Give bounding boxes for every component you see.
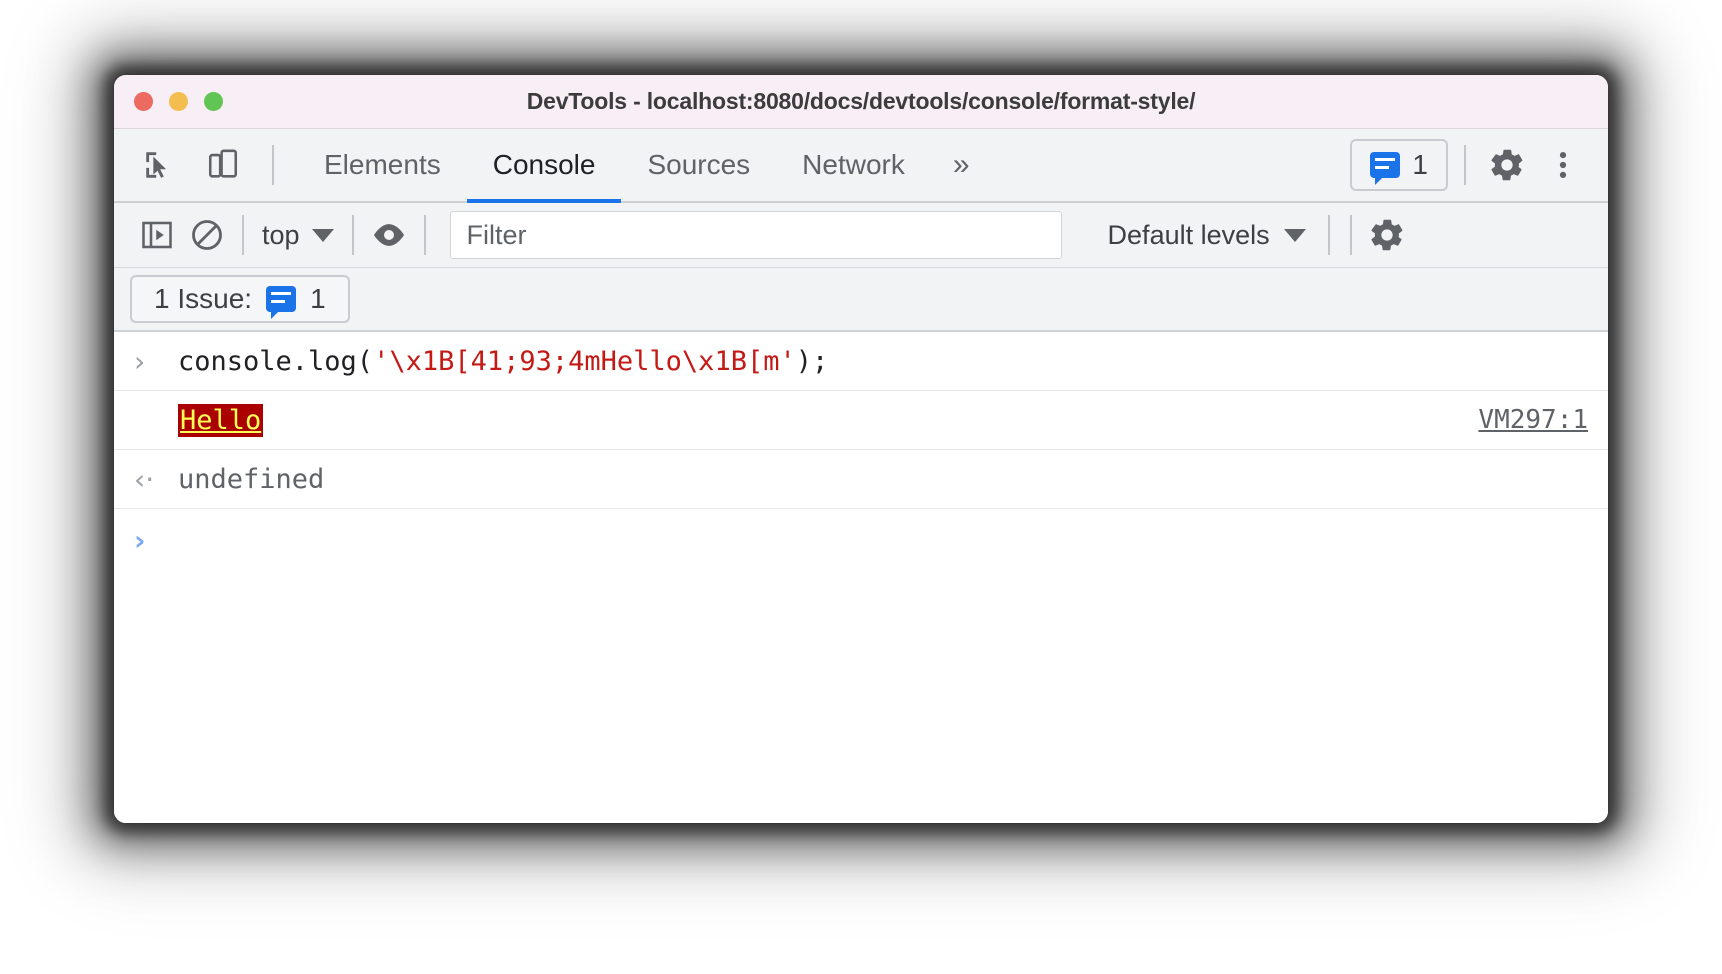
chevron-down-icon <box>1283 228 1306 242</box>
tabbar-divider <box>272 145 274 185</box>
execution-context-label: top <box>262 219 300 250</box>
toolbar-divider-2 <box>351 215 354 255</box>
toolbar-divider-1 <box>242 215 244 255</box>
issues-chip-count: 1 <box>310 283 326 314</box>
issue-bubble-icon <box>1370 152 1401 185</box>
issue-bubble-icon <box>266 286 297 319</box>
more-tabs-icon[interactable]: » <box>931 148 988 182</box>
console-empty-area <box>114 571 1608 823</box>
console-prompt-row[interactable]: › <box>114 509 1608 571</box>
console-output-row: Hello VM297:1 <box>114 391 1608 450</box>
console-input-code-string: '\x1B[41;93;4mHello\x1B[m' <box>373 345 796 377</box>
prompt-marker-icon: › <box>134 523 146 557</box>
issues-chip-label: 1 Issue: <box>154 283 253 314</box>
tab-network[interactable]: Network <box>776 129 931 201</box>
input-marker-icon: › <box>134 344 146 378</box>
inspect-cursor-icon[interactable] <box>134 140 184 190</box>
console-result-row: ‹· undefined <box>114 450 1608 509</box>
maximize-window-button[interactable] <box>204 92 223 111</box>
console-ansi-output: Hello <box>178 403 264 437</box>
panel-tabs: Elements Console Sources Network » <box>298 129 988 203</box>
console-source-link[interactable]: VM297:1 <box>1478 405 1588 435</box>
tabbar-right-divider <box>1464 145 1466 185</box>
tabbar-left-tools <box>114 140 284 190</box>
execution-context-selector[interactable]: top <box>254 220 342 251</box>
result-marker-icon: ‹· <box>134 462 155 496</box>
filter-input[interactable]: Filter <box>449 211 1062 259</box>
console-input-row[interactable]: › console.log('\x1B[41;93;4mHello\x1B[m'… <box>114 332 1608 391</box>
close-window-button[interactable] <box>134 92 153 111</box>
toolbar-divider-3 <box>423 215 426 255</box>
tab-elements[interactable]: Elements <box>298 129 467 201</box>
gear-icon[interactable] <box>1482 140 1532 190</box>
window-titlebar: DevTools - localhost:8080/docs/devtools/… <box>114 75 1608 129</box>
console-settings-gear-icon[interactable] <box>1362 210 1412 260</box>
console-result-value: undefined <box>178 463 325 495</box>
devtools-window: DevTools - localhost:8080/docs/devtools/… <box>114 75 1608 823</box>
toolbar-divider-4 <box>1327 215 1330 255</box>
chevron-down-icon <box>311 228 334 242</box>
log-levels-label: Default levels <box>1107 219 1270 250</box>
window-controls <box>114 92 223 111</box>
console-input-code-suffix: ); <box>795 345 829 377</box>
clear-console-icon[interactable] <box>182 210 232 260</box>
issues-chip-button[interactable]: 1 Issue: 1 <box>130 275 350 323</box>
console-toolbar: top Filter Default levels <box>114 203 1608 268</box>
issues-badge-count: 1 <box>1412 149 1428 180</box>
three-dot-menu-icon[interactable] <box>1538 140 1588 190</box>
tabbar-right-tools: 1 <box>1350 139 1608 191</box>
console-input-code-prefix: console.log( <box>178 345 374 377</box>
tab-sources[interactable]: Sources <box>621 129 776 201</box>
live-expression-eye-icon[interactable] <box>364 210 414 260</box>
minimize-window-button[interactable] <box>169 92 188 111</box>
console-message-list: › console.log('\x1B[41;93;4mHello\x1B[m'… <box>114 332 1608 823</box>
issues-badge-button[interactable]: 1 <box>1350 139 1448 191</box>
log-levels-selector[interactable]: Default levels <box>1096 220 1318 251</box>
toolbar-divider-5 <box>1349 215 1352 255</box>
console-sidebar-icon[interactable] <box>132 210 182 260</box>
device-toolbar-icon[interactable] <box>198 140 248 190</box>
issues-message-bar: 1 Issue: 1 <box>114 268 1608 332</box>
screenshot-root: DevTools - localhost:8080/docs/devtools/… <box>0 0 1722 974</box>
devtools-tabbar: Elements Console Sources Network » 1 <box>114 129 1608 203</box>
window-title: DevTools - localhost:8080/docs/devtools/… <box>526 88 1196 114</box>
tab-console[interactable]: Console <box>466 129 622 203</box>
